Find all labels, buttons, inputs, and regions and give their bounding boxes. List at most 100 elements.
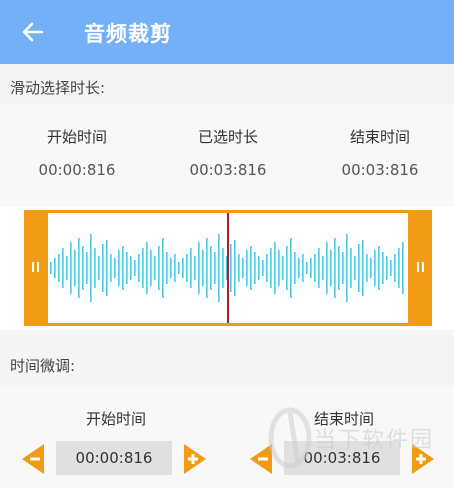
waveform-bar	[322, 256, 324, 280]
waveform-bar	[294, 252, 296, 284]
waveform-bar	[306, 262, 308, 274]
grip-icon	[422, 262, 424, 272]
watermark-logo-icon	[268, 407, 312, 469]
waveform-bar	[258, 256, 260, 280]
waveform-bar	[222, 248, 224, 288]
waveform-bar	[86, 252, 88, 284]
waveform-bar	[154, 256, 156, 280]
waveform-bar	[202, 250, 204, 286]
waveform-bar	[62, 248, 64, 288]
waveform-bar	[234, 240, 236, 296]
waveform-bar	[290, 238, 292, 298]
grip-icon	[32, 262, 34, 272]
waveform-bar	[166, 252, 168, 284]
waveform-bar	[178, 262, 180, 274]
waveform-bar	[402, 242, 404, 294]
waveform-bar	[162, 238, 164, 298]
waveform-bar	[114, 258, 116, 278]
end-time-heading: 结束时间	[349, 128, 410, 146]
waveform-bar	[130, 256, 132, 280]
duration-heading: 已选时长	[197, 128, 258, 146]
range-section-label: 滑动选择时长:	[10, 79, 106, 97]
waveform-bar	[58, 254, 60, 282]
waveform-bar	[74, 250, 76, 286]
waveform-bar	[150, 250, 152, 286]
waveform-bar	[106, 240, 108, 296]
waveform-bar	[158, 246, 160, 290]
waveform-bar	[350, 248, 352, 288]
minus-arrow-icon	[22, 444, 44, 474]
waveform-bar	[90, 234, 92, 302]
waveform-bar	[314, 254, 316, 282]
waveform-bar	[366, 254, 368, 282]
waveform-bar	[374, 250, 376, 286]
waveform-bar	[206, 238, 208, 298]
waveform-bar	[302, 254, 304, 282]
waveform-bar	[378, 246, 380, 290]
waveform-bar	[198, 242, 200, 294]
start-increase-button[interactable]	[184, 444, 206, 474]
start-time-field[interactable]: 00:00:816	[56, 441, 172, 475]
app-bar: 音频裁剪	[0, 0, 454, 64]
waveform-bar	[278, 250, 280, 286]
waveform-bar	[110, 254, 112, 282]
waveform-bar	[398, 248, 400, 288]
waveform-selector[interactable]	[24, 210, 432, 326]
waveform-bar	[66, 256, 68, 280]
waveform-bar	[230, 244, 232, 292]
waveform-bar	[126, 252, 128, 284]
grip-icon	[417, 262, 419, 272]
waveform-bar	[326, 242, 328, 294]
waveform-bar	[362, 240, 364, 296]
waveform-bar	[370, 258, 372, 278]
waveform-bar	[242, 258, 244, 278]
waveform-bar	[266, 254, 268, 282]
left-trim-handle[interactable]	[24, 210, 48, 326]
waveform-bar	[146, 242, 148, 294]
start-decrease-button[interactable]	[22, 444, 44, 474]
waveform-bar	[310, 258, 312, 278]
waveform-bar	[210, 246, 212, 290]
end-time-value: 00:03:816	[341, 161, 419, 179]
waveform-bar	[382, 252, 384, 284]
waveform-bar	[82, 246, 84, 290]
waveform-bar	[286, 246, 288, 290]
waveform-bar	[330, 250, 332, 286]
waveform-bar	[70, 242, 72, 294]
waveform-bar	[318, 248, 320, 288]
waveform-panel	[0, 206, 454, 330]
selection-stats: 开始时间 00:00:816 已选时长 00:03:816 结束时间 00:03…	[0, 104, 454, 204]
waveform-bar	[118, 250, 120, 286]
waveform-bar	[50, 262, 52, 274]
waveform-bar	[174, 254, 176, 282]
right-trim-handle[interactable]	[408, 210, 432, 326]
waveform-bar	[78, 238, 80, 298]
waveform-bar	[98, 256, 100, 280]
back-button[interactable]	[20, 20, 46, 44]
waveform-bar	[298, 258, 300, 278]
page-title: 音频裁剪	[84, 22, 172, 46]
waveform-bar	[334, 238, 336, 298]
waveform	[50, 213, 404, 323]
waveform-bar	[218, 234, 220, 302]
watermark-text: 当下软件园	[314, 428, 435, 453]
waveform-bar	[194, 256, 196, 280]
waveform-bar	[214, 252, 216, 284]
waveform-bar	[386, 256, 388, 280]
fine-tune-section-label: 时间微调:	[10, 357, 76, 375]
arrow-left-icon	[22, 22, 44, 42]
start-time-value: 00:00:816	[38, 161, 116, 179]
waveform-bar	[250, 246, 252, 290]
waveform-bar	[138, 254, 140, 282]
start-time-heading: 开始时间	[46, 128, 107, 146]
fine-start-heading: 开始时间	[85, 410, 146, 428]
waveform-bar	[54, 258, 56, 278]
waveform-bar	[246, 250, 248, 286]
waveform-bar	[94, 248, 96, 288]
waveform-bar	[182, 258, 184, 278]
waveform-bar	[270, 248, 272, 288]
watermark: 当下软件园	[268, 392, 448, 488]
waveform-bar	[358, 244, 360, 292]
waveform-bar	[282, 256, 284, 280]
waveform-bar	[354, 256, 356, 280]
